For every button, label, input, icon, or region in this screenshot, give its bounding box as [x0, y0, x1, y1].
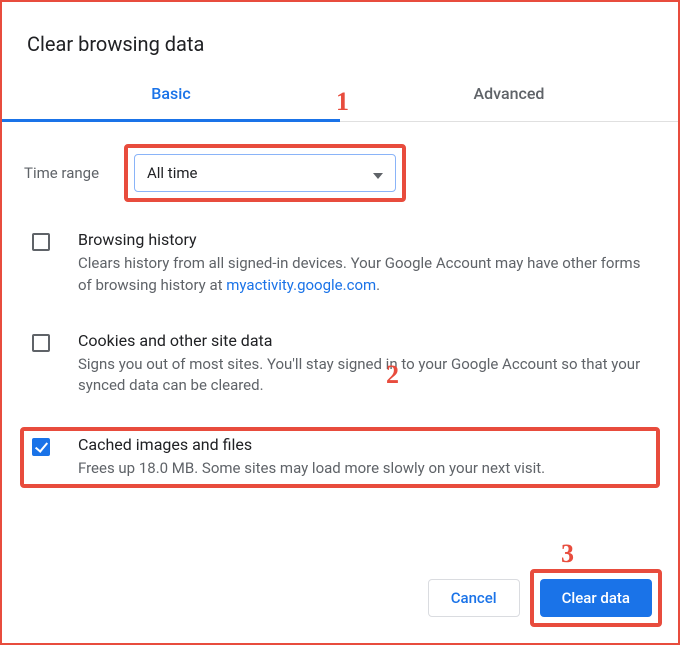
time-range-select[interactable]: All time: [134, 154, 396, 192]
annotation-box-1: All time: [124, 144, 406, 202]
checkbox-cached[interactable]: [32, 438, 50, 456]
option-desc-text: .: [376, 276, 380, 294]
option-cookies: Cookies and other site data Signs you ou…: [24, 327, 656, 402]
option-title: Cached images and files: [78, 435, 545, 454]
clear-data-button[interactable]: Clear data: [540, 579, 652, 617]
cancel-button[interactable]: Cancel: [428, 579, 520, 617]
option-desc: Signs you out of most sites. You'll stay…: [78, 354, 648, 398]
time-range-label: Time range: [24, 164, 124, 182]
option-title: Browsing history: [78, 230, 648, 249]
option-desc: Frees up 18.0 MB. Some sites may load mo…: [78, 458, 545, 480]
checkbox-cookies[interactable]: [32, 334, 50, 352]
dialog-title: Clear browsing data: [2, 2, 678, 56]
option-desc: Clears history from all signed-in device…: [78, 253, 648, 297]
chevron-down-icon: [373, 164, 383, 183]
tab-basic[interactable]: Basic: [2, 84, 340, 122]
time-range-value: All time: [147, 164, 197, 182]
tab-advanced[interactable]: Advanced: [340, 84, 678, 121]
annotation-number-3: 3: [561, 539, 574, 569]
annotation-box-3: Clear data: [530, 569, 662, 627]
checkbox-browsing-history[interactable]: [32, 233, 50, 251]
myactivity-link[interactable]: myactivity.google.com: [226, 276, 376, 294]
option-title: Cookies and other site data: [78, 331, 648, 350]
tabs: Basic Advanced: [2, 84, 678, 122]
option-browsing-history: Browsing history Clears history from all…: [24, 226, 656, 301]
option-cached: Cached images and files Frees up 18.0 MB…: [20, 427, 660, 488]
